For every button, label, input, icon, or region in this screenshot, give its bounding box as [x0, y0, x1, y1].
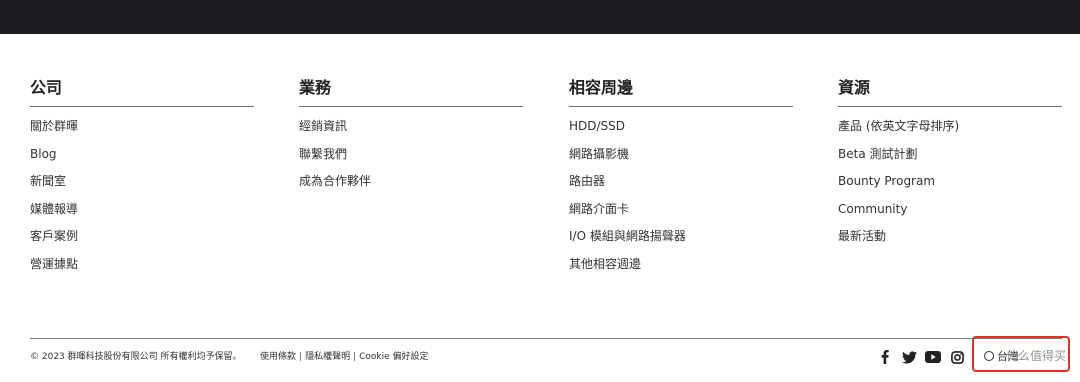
watermark: 什么值得买 [1006, 349, 1067, 363]
footer-column-company: 公司 關於群暉 Blog 新聞室 媒體報導 客戶案例 營運據點 [30, 77, 254, 282]
footer-link[interactable]: 經銷資訊 [299, 117, 523, 145]
legal-links: 使用條款 | 隱私權聲明 | Cookie 偏好設定 [260, 350, 429, 364]
column-title: 相容周邊 [569, 78, 634, 97]
footer-link[interactable]: 產品 (依英文字母排序) [838, 117, 1062, 145]
column-divider [299, 106, 523, 107]
footer-link[interactable]: Bounty Program [838, 172, 1062, 200]
footer-divider [30, 338, 1062, 339]
column-title: 業務 [299, 78, 332, 97]
top-navigation-bar [0, 0, 1080, 34]
footer-link[interactable]: Community [838, 200, 1062, 228]
footer-link[interactable]: 營運據點 [30, 255, 254, 283]
footer-column-resources: 資源 產品 (依英文字母排序) Beta 測試計劃 Bounty Program… [838, 77, 1062, 255]
footer-link[interactable]: 最新活動 [838, 227, 1062, 255]
footer-link[interactable]: I/O 模組與網路揚聲器 [569, 227, 793, 255]
column-divider [838, 106, 1062, 107]
footer-column-business: 業務 經銷資訊 聯繫我們 成為合作夥伴 [299, 77, 523, 200]
column-divider [30, 106, 254, 107]
footer-link[interactable]: HDD/SSD [569, 117, 793, 145]
privacy-policy-link[interactable]: 隱私權聲明 [305, 352, 350, 362]
footer-link[interactable]: 新聞室 [30, 172, 254, 200]
instagram-icon[interactable] [948, 348, 966, 366]
footer-link[interactable]: Beta 測試計劃 [838, 145, 1062, 173]
column-divider [569, 106, 793, 107]
footer-link[interactable]: 成為合作夥伴 [299, 172, 523, 200]
footer-link[interactable]: Blog [30, 145, 254, 173]
footer-link[interactable]: 媒體報導 [30, 200, 254, 228]
separator: | [353, 352, 357, 362]
footer-link[interactable]: 路由器 [569, 172, 793, 200]
copyright-text: © 2023 群暉科技股份有限公司 所有權利均予保留。 [30, 352, 242, 362]
footer-link[interactable]: 聯繫我們 [299, 145, 523, 173]
separator: | [299, 352, 303, 362]
facebook-icon[interactable] [876, 348, 894, 366]
column-title: 公司 [30, 78, 63, 97]
column-title: 資源 [838, 78, 871, 97]
footer-link[interactable]: 其他相容週邊 [569, 255, 793, 283]
footer-link[interactable]: 關於群暉 [30, 117, 254, 145]
twitter-icon[interactable] [900, 348, 918, 366]
footer-link[interactable]: 網路攝影機 [569, 145, 793, 173]
footer-link[interactable]: 客戶案例 [30, 227, 254, 255]
footer-link[interactable]: 網路介面卡 [569, 200, 793, 228]
youtube-icon[interactable] [924, 348, 942, 366]
terms-of-use-link[interactable]: 使用條款 [260, 352, 296, 362]
cookie-preferences-link[interactable]: Cookie 偏好設定 [359, 352, 428, 362]
social-links [876, 348, 972, 366]
footer-column-compatible-peripherals: 相容周邊 HDD/SSD 網路攝影機 路由器 網路介面卡 I/O 模組與網路揚聲… [569, 77, 793, 282]
